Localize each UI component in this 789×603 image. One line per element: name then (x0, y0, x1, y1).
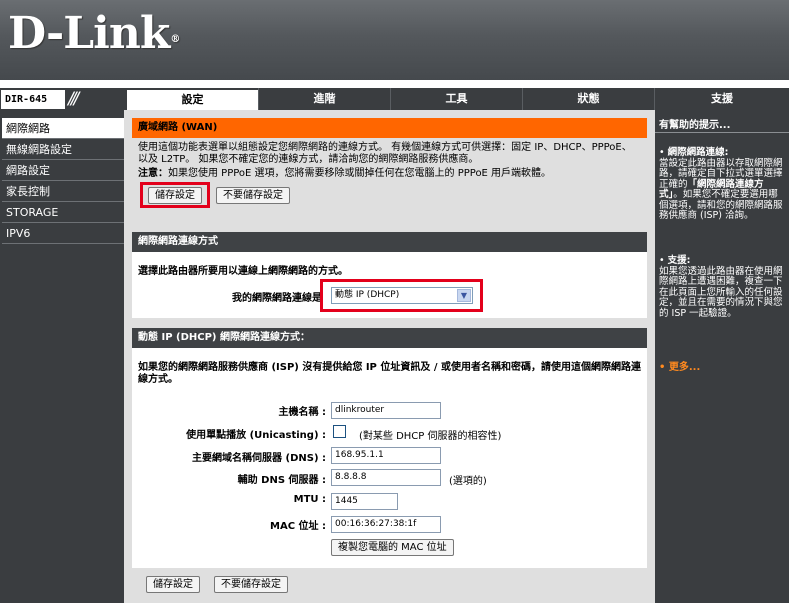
help-tip2-text: 如果您透過此路由器在使用網際網路上遭遇困難，複查一下在此頁面上您所輸入的任何設定… (659, 265, 783, 319)
sidebar: 網際網路 無線網路設定 網路設定 家長控制 STORAGE IPV6 (0, 110, 124, 603)
connection-instruction: 選擇此路由器所要用以連線上網際網路的方式。 (138, 266, 348, 277)
help-tip1-heading: 網際網路連線: (667, 147, 729, 158)
help-more-text[interactable]: 更多... (669, 362, 700, 373)
footer-dont-save-button[interactable]: 不要儲存設定 (214, 576, 288, 593)
help-divider (655, 132, 789, 133)
connection-type-title: 網際網路連線方式 (132, 232, 647, 252)
main-content: 廣域網路 (WAN) 使用這個功能表選單以組態設定您網際網路的連線方式。 有幾個… (124, 110, 655, 603)
footer-save-button[interactable]: 儲存設定 (146, 576, 200, 593)
tab-status[interactable]: 狀態 (522, 88, 654, 110)
sidebar-item-storage[interactable]: STORAGE (2, 202, 124, 223)
dns1-input[interactable]: 168.95.1.1 (331, 447, 441, 464)
model-label: DIR-645 (1, 90, 65, 109)
connection-type-label: 我的網際網路連線是 (232, 293, 322, 304)
host-name-input[interactable]: dlinkrouter (331, 402, 441, 419)
unicast-checkbox[interactable] (333, 425, 346, 438)
wan-note: 注意：如果您使用 PPPoE 選項，您將需要移除或關掉任何在您電腦上的 PPPo… (138, 168, 641, 180)
dns2-label: 輔助 DNS 伺服器 : (237, 475, 326, 486)
sidebar-item-ipv6[interactable]: IPV6 (2, 223, 124, 244)
wan-title: 廣域網路 (WAN) (132, 118, 647, 138)
sidebar-item-internet[interactable]: 網際網路 (2, 118, 124, 139)
mac-label: MAC 位址 : (270, 521, 326, 532)
unicast-note: (對某些 DHCP 伺服器的相容性) (359, 431, 502, 442)
mtu-label: MTU : (293, 494, 326, 505)
clone-mac-button[interactable]: 複製您電腦的 MAC 位址 (331, 539, 454, 556)
wan-description: 使用這個功能表選單以組態設定您網際網路的連線方式。 有幾個連線方式可供選擇：固定… (138, 142, 632, 165)
note-label: 注意： (138, 168, 168, 179)
note-text: 如果您使用 PPPoE 選項，您將需要移除或關掉任何在您電腦上的 PPPoE 用… (168, 168, 552, 179)
help-more-link[interactable]: • 更多... (659, 358, 700, 373)
help-panel: 有幫助的提示... • 網際網路連線: 當設定此路由器以存取網際網路，請確定自下… (655, 110, 789, 603)
help-tip-support: • 支援: 如果您透過此路由器在使用網際網路上遭遇困難，複查一下在此頁面上您所輸… (659, 255, 783, 319)
dns2-note: (選項的) (449, 476, 487, 487)
select-highlight (320, 279, 483, 312)
model-divider: /// (68, 89, 79, 109)
unicast-label: 使用單點播放 (Unicasting) : (186, 430, 326, 441)
mtu-input[interactable]: 1445 (331, 493, 398, 510)
dhcp-title: 動態 IP (DHCP) 網際網路連線方式： (132, 328, 647, 348)
header-banner: D-Link® (0, 0, 789, 80)
host-name-label: 主機名稱 : (278, 407, 326, 418)
dont-save-button[interactable]: 不要儲存設定 (216, 187, 290, 204)
help-tip2-heading: 支援: (667, 255, 691, 266)
dns1-label: 主要網域名稱伺服器 (DNS) : (192, 453, 326, 464)
dns2-input[interactable]: 8.8.8.8 (331, 469, 441, 486)
mac-input[interactable]: 00:16:36:27:38:1f (331, 516, 441, 533)
header-divider (0, 80, 789, 88)
connection-type-section: 網際網路連線方式 選擇此路由器所要用以連線上網際網路的方式。 我的網際網路連線是… (132, 232, 647, 318)
save-highlight (140, 182, 210, 208)
registered-mark: ® (170, 34, 180, 45)
dhcp-intro: 如果您的網際網路服務供應商 (ISP) 沒有提供給您 IP 位址資訊及 / 或使… (138, 362, 641, 385)
help-tip-internet: • 網際網路連線: 當設定此路由器以存取網際網路，請確定自下拉式選單選擇正確的「… (659, 147, 783, 221)
tab-setup[interactable]: 設定 (127, 90, 258, 110)
help-tip1-text-b: 。如果您不確定要選用哪個選項，請和您的網際網路服務供應商 (ISP) 洽詢。 (659, 189, 783, 221)
sidebar-item-parental[interactable]: 家長控制 (2, 181, 124, 202)
sidebar-item-wireless[interactable]: 無線網路設定 (2, 139, 124, 160)
dhcp-section: 動態 IP (DHCP) 網際網路連線方式： 如果您的網際網路服務供應商 (IS… (132, 328, 647, 568)
tab-tools[interactable]: 工具 (390, 88, 522, 110)
tab-support[interactable]: 支援 (654, 88, 789, 110)
dlink-logo: D-Link® (8, 8, 180, 60)
wan-section: 廣域網路 (WAN) 使用這個功能表選單以組態設定您網際網路的連線方式。 有幾個… (132, 118, 647, 218)
help-title: 有幫助的提示... (659, 120, 731, 131)
footer-section: 儲存設定 不要儲存設定 (132, 568, 647, 598)
sidebar-item-network[interactable]: 網路設定 (2, 160, 124, 181)
logo-text: D-Link (8, 8, 170, 59)
tab-advanced[interactable]: 進階 (258, 88, 390, 110)
